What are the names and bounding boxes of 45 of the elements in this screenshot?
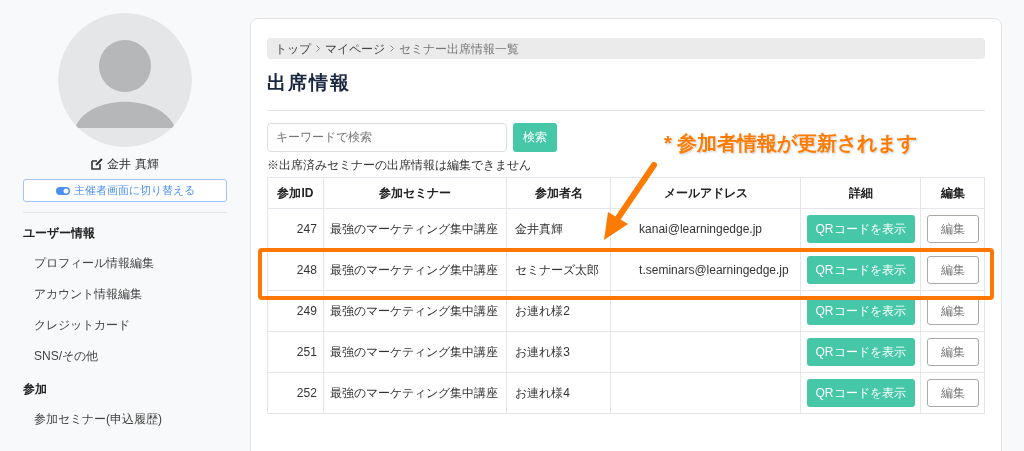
edit-icon[interactable] xyxy=(91,158,104,170)
table-cell: お連れ様4 xyxy=(506,372,611,413)
breadcrumb-link[interactable]: マイページ xyxy=(325,39,385,58)
section-heading: ユーザー情報 xyxy=(23,225,96,242)
table-cell: 249 xyxy=(267,290,324,331)
sidebar-item[interactable]: プロフィール情報編集 xyxy=(23,253,154,273)
toggle-icon xyxy=(55,186,70,195)
column-header: 参加セミナー xyxy=(323,177,507,208)
search-field[interactable]: キーワードで検索 xyxy=(267,122,507,152)
edit-button[interactable]: 編集 xyxy=(926,337,979,366)
user-name: 金井 真輝 xyxy=(107,156,159,173)
chevron-right-icon xyxy=(316,45,320,52)
edit-button[interactable]: 編集 xyxy=(926,255,979,284)
avatar-icon xyxy=(58,13,192,147)
notice-text: ※出席済みセミナーの出席情報は編集できません xyxy=(267,156,532,174)
table-cell: お連れ様3 xyxy=(506,331,611,372)
table-cell: 最強のマーケティング集中講座 xyxy=(323,331,507,372)
column-header: 参加者名 xyxy=(506,177,611,208)
table-cell: t.seminars@learningedge.jp xyxy=(610,249,801,290)
sidebar-item[interactable]: クレジットカード xyxy=(23,315,130,335)
sidebar-item[interactable]: 参加セミナー(申込履歴) xyxy=(23,409,162,429)
table-cell: 最強のマーケティング集中講座 xyxy=(323,249,507,290)
column-header: 参加ID xyxy=(267,177,324,208)
annotation-text: * 参加者情報が更新されます xyxy=(664,131,918,156)
table-cell: 最強のマーケティング集中講座 xyxy=(323,290,507,331)
table-cell: お連れ様2 xyxy=(506,290,611,331)
sidebar-item[interactable]: SNS/その他 xyxy=(23,346,98,366)
column-header: メールアドレス xyxy=(610,177,801,208)
table-cell: 248 xyxy=(267,249,324,290)
table-cell: 247 xyxy=(267,208,324,249)
edit-button[interactable]: 編集 xyxy=(926,214,979,243)
page-title: 出席情報 xyxy=(267,71,352,95)
chevron-right-icon xyxy=(390,45,394,52)
table-cell: 最強のマーケティング集中講座 xyxy=(323,372,507,413)
column-header: 詳細 xyxy=(800,177,921,208)
column-header: 編集 xyxy=(920,177,985,208)
edit-button[interactable]: 編集 xyxy=(926,378,979,407)
sidebar-item[interactable]: アカウント情報編集 xyxy=(23,284,142,304)
table-cell: 252 xyxy=(267,372,324,413)
breadcrumb-link[interactable]: セミナー出席情報一覧 xyxy=(399,39,519,58)
breadcrumb-link[interactable]: トップ xyxy=(275,39,311,58)
table-cell: 251 xyxy=(267,331,324,372)
table-cell: セミナーズ太郎 xyxy=(506,249,611,290)
switch-view-button[interactable]: 主催者画面に切り替える xyxy=(23,179,227,202)
section-heading: 参加 xyxy=(23,381,48,398)
